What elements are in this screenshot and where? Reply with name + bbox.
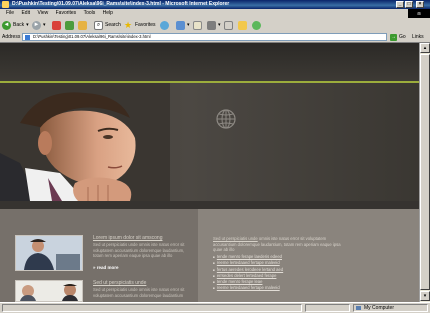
edit-button[interactable] — [224, 20, 233, 30]
history-icon — [176, 20, 185, 30]
print-dropdown-icon[interactable]: ▾ — [218, 22, 221, 28]
back-button[interactable]: ◄ Back ▾ — [2, 20, 29, 30]
menu-tools[interactable]: Tools — [84, 9, 96, 18]
maximize-button[interactable]: □ — [405, 1, 413, 8]
article-2-title-link[interactable]: Sed ut perspiciatis unde — [93, 280, 146, 286]
minimize-button[interactable]: _ — [396, 1, 404, 8]
folder-button[interactable] — [238, 20, 247, 30]
media-button[interactable] — [160, 20, 169, 30]
back-label: Back — [13, 22, 25, 28]
refresh-button[interactable] — [65, 20, 74, 30]
page-icon — [25, 35, 30, 40]
menu-edit[interactable]: Edit — [21, 9, 30, 18]
go-arrow-icon: → — [390, 33, 397, 41]
article-1-photo[interactable] — [15, 235, 83, 271]
forward-arrow-icon: ► — [32, 20, 41, 30]
address-bar: Address D:\Pushkin\Testing\01.09.07\Alek… — [0, 32, 430, 43]
page-viewport[interactable]: Lorem ipsum dolor sit amscong Sed ut per… — [0, 43, 419, 302]
status-bar: My Computer — [0, 302, 430, 313]
vertical-scrollbar[interactable]: ▴ ▾ — [419, 43, 430, 302]
right-intro: Sed ut perspiciatis unde omnis iste natu… — [213, 236, 348, 253]
right-intro-link[interactable]: Sed ut perspiciatis unde — [213, 236, 258, 241]
windows-logo-icon: ⊞ — [408, 9, 430, 18]
content-separator-band — [0, 201, 419, 209]
back-arrow-icon: ◄ — [2, 20, 11, 30]
refresh-icon — [65, 20, 74, 30]
hero-banner — [0, 83, 419, 201]
computer-icon — [356, 306, 361, 310]
stop-icon — [52, 20, 61, 30]
site-header — [0, 43, 419, 81]
print-button[interactable]: ▾ — [207, 20, 221, 30]
address-value: D:\Pushkin\Testing\01.09.07\Aleksa\96i_R… — [33, 34, 151, 39]
scroll-thumb[interactable] — [420, 54, 430, 290]
menu-favorites[interactable]: Favorites — [56, 9, 77, 18]
address-label: Address — [2, 34, 21, 40]
favorites-label: Favorites — [135, 22, 156, 28]
history-dropdown-icon[interactable]: ▾ — [187, 22, 190, 28]
article-2-text: Sed ut perspiciatis unde omnis iste natu… — [93, 287, 185, 298]
left-column: Lorem ipsum dolor sit amscong Sed ut per… — [0, 209, 198, 302]
star-icon: ★ — [124, 19, 133, 30]
search-icon: ⌕ — [94, 20, 103, 30]
status-message-panel — [2, 304, 302, 312]
forward-dropdown-icon[interactable]: ▾ — [43, 22, 46, 28]
go-button[interactable]: → Go — [390, 33, 410, 41]
scroll-down-button[interactable]: ▾ — [420, 291, 430, 301]
back-dropdown-icon[interactable]: ▾ — [26, 22, 29, 28]
article-1-text: Sed ut perspiciatis unde omnis iste natu… — [93, 242, 185, 258]
scroll-up-button[interactable]: ▴ — [420, 43, 430, 53]
stop-button[interactable] — [52, 20, 61, 30]
article-1-photo-image — [16, 236, 82, 270]
search-button[interactable]: ⌕ Search — [94, 20, 121, 30]
article-1-title-link[interactable]: Lorem ipsum dolor sit amscong — [93, 235, 162, 241]
hero-portrait-image — [0, 83, 170, 201]
forward-button[interactable]: ► ▾ — [32, 20, 46, 30]
read-more-link[interactable]: » read more — [93, 265, 119, 270]
article-2-photo-image — [16, 281, 82, 301]
messenger-icon — [252, 20, 261, 30]
menu-view[interactable]: View — [37, 9, 48, 18]
close-button[interactable]: × — [416, 1, 424, 8]
status-panel-blank — [305, 304, 350, 312]
globe-icon — [216, 109, 236, 129]
resource-link-list: Iende menro ferape laederis edeed reeme … — [213, 254, 353, 292]
search-label: Search — [105, 22, 121, 28]
window-title-bar[interactable]: D:\Pushkin\Testing\01.09.07\Aleksa\96i_R… — [0, 0, 430, 9]
favorites-button[interactable]: ★ Favorites — [124, 20, 156, 30]
list-item[interactable]: reeme lertedaaed fertape maleeid — [213, 285, 353, 291]
home-icon — [78, 20, 87, 30]
mail-icon — [193, 20, 202, 30]
toolbar: ◄ Back ▾ ► ▾ ⌕ Search ★ Favorites ▾ ▾ — [0, 18, 430, 33]
menu-file[interactable]: File — [6, 9, 14, 18]
menu-help[interactable]: Help — [103, 9, 113, 18]
ie-page-icon — [2, 1, 9, 8]
address-input[interactable]: D:\Pushkin\Testing\01.09.07\Aleksa\96i_R… — [22, 33, 387, 41]
article-2-photo[interactable] — [15, 280, 83, 302]
window-title: D:\Pushkin\Testing\01.09.07\Aleksa\96i_R… — [12, 1, 230, 7]
messenger-button[interactable] — [252, 20, 261, 30]
folder-icon — [238, 20, 247, 30]
media-icon — [160, 20, 169, 30]
links-label[interactable]: Links — [412, 32, 424, 42]
zone-label: My Computer — [364, 305, 395, 311]
edit-page-icon — [224, 20, 233, 30]
right-column: Sed ut perspiciatis unde omnis iste natu… — [198, 209, 419, 302]
history-button[interactable]: ▾ — [176, 20, 190, 30]
zone-panel: My Computer — [353, 304, 428, 312]
mail-button[interactable] — [193, 20, 202, 30]
go-label: Go — [399, 34, 406, 40]
home-button[interactable] — [78, 20, 87, 30]
print-icon — [207, 20, 216, 30]
